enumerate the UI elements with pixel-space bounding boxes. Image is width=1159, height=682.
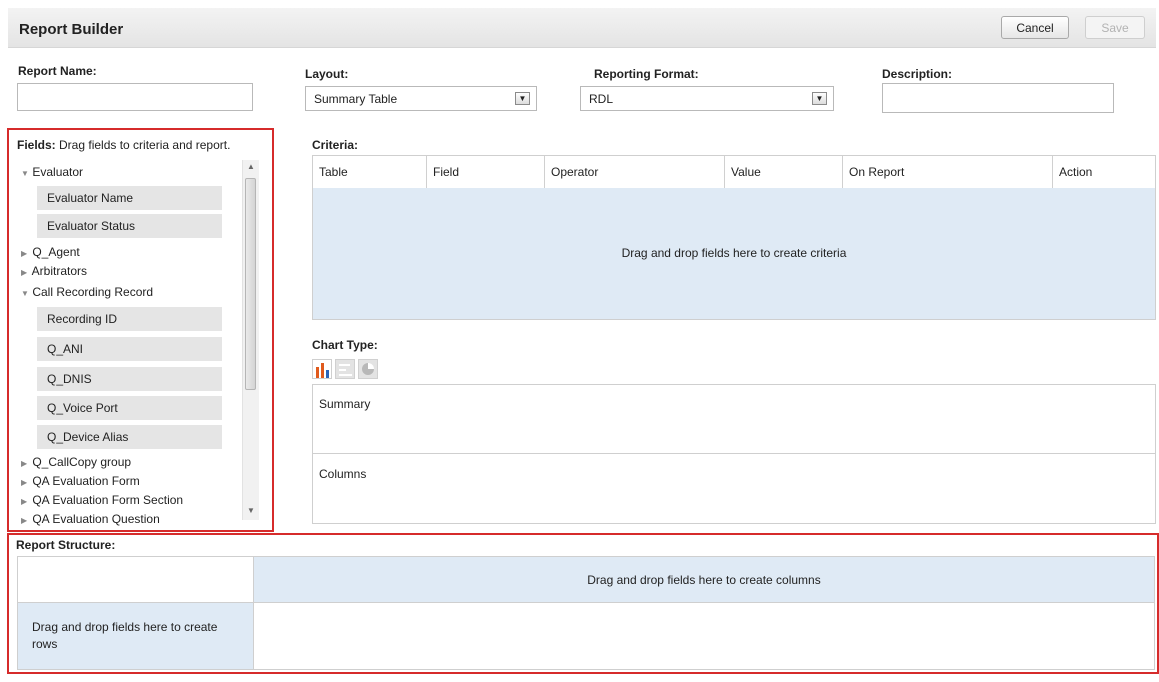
column-header[interactable]: Value bbox=[724, 156, 843, 188]
expanded-triangle-icon: ▼ bbox=[21, 289, 29, 298]
tree-node-label: QA Evaluation Form bbox=[32, 474, 140, 488]
chart-type-label: Chart Type: bbox=[312, 338, 378, 352]
report-structure-grid: Drag and drop fields here to create colu… bbox=[17, 556, 1155, 670]
layout-label: Layout: bbox=[305, 67, 349, 81]
columns-drop-message: Drag and drop fields here to create colu… bbox=[587, 572, 821, 587]
tree-node-qa-evaluation-form-section[interactable]: ▶ QA Evaluation Form Section bbox=[21, 491, 183, 509]
field-q-voice-port[interactable]: Q_Voice Port bbox=[37, 396, 222, 420]
scroll-up-icon[interactable]: ▲ bbox=[246, 162, 256, 171]
columns-label: Columns bbox=[319, 467, 367, 481]
save-button[interactable]: Save bbox=[1085, 16, 1145, 39]
column-header[interactable]: Action bbox=[1052, 156, 1155, 188]
reporting-format-label: Reporting Format: bbox=[594, 67, 699, 81]
tree-node-label: QA Evaluation Question bbox=[32, 512, 160, 526]
fields-scrollbar[interactable]: ▲ ▼ bbox=[242, 160, 259, 520]
criteria-empty-message: Drag and drop fields here to create crit… bbox=[621, 246, 847, 260]
cancel-button[interactable]: Cancel bbox=[1001, 16, 1069, 39]
field-q-dnis[interactable]: Q_DNIS bbox=[37, 367, 222, 391]
fields-title: Fields: bbox=[17, 138, 56, 152]
field-evaluator-name[interactable]: Evaluator Name bbox=[37, 186, 222, 210]
rows-drop-zone[interactable]: Drag and drop fields here to create rows bbox=[18, 603, 254, 669]
tree-node-evaluator[interactable]: ▼ Evaluator bbox=[21, 163, 83, 181]
expanded-triangle-icon: ▼ bbox=[21, 169, 29, 178]
criteria-table: Table Field Operator Value On Report Act… bbox=[313, 156, 1155, 188]
scrollbar-thumb[interactable] bbox=[245, 178, 256, 390]
tree-node-q-agent[interactable]: ▶ Q_Agent bbox=[21, 243, 80, 261]
criteria-drop-zone[interactable]: Table Field Operator Value On Report Act… bbox=[312, 155, 1156, 320]
collapsed-triangle-icon: ▶ bbox=[21, 249, 28, 258]
field-q-device-alias[interactable]: Q_Device Alias bbox=[37, 425, 222, 449]
fields-hint: Drag fields to criteria and report. bbox=[59, 138, 231, 152]
chart-type-toolbar bbox=[312, 359, 402, 381]
corner-cell bbox=[18, 557, 254, 603]
fields-panel-header: Fields: Drag fields to criteria and repo… bbox=[17, 138, 230, 152]
page-title: Report Builder bbox=[19, 21, 124, 38]
description-input[interactable] bbox=[882, 83, 1114, 113]
column-header[interactable]: Table bbox=[313, 156, 427, 188]
tree-node-label: Q_CallCopy group bbox=[32, 455, 132, 469]
report-name-label: Report Name: bbox=[18, 64, 97, 78]
field-evaluator-status[interactable]: Evaluator Status bbox=[37, 214, 222, 238]
fields-tree: ▼ Evaluator Evaluator Name Evaluator Sta… bbox=[9, 156, 272, 532]
layout-selected-value: Summary Table bbox=[314, 91, 398, 106]
fields-panel: Fields: Drag fields to criteria and repo… bbox=[7, 128, 274, 532]
rows-drop-message: Drag and drop fields here to create rows bbox=[32, 620, 218, 651]
tree-node-label: QA Evaluation Form Section bbox=[32, 493, 184, 507]
column-header[interactable]: Field bbox=[426, 156, 545, 188]
collapsed-triangle-icon: ▶ bbox=[21, 268, 28, 277]
collapsed-triangle-icon: ▶ bbox=[21, 497, 28, 506]
collapsed-triangle-icon: ▶ bbox=[21, 478, 28, 487]
report-structure-label: Report Structure: bbox=[16, 538, 116, 552]
chevron-down-icon: ▼ bbox=[812, 92, 827, 105]
bar-chart-icon[interactable] bbox=[312, 359, 332, 379]
summary-label: Summary bbox=[319, 397, 371, 411]
description-label: Description: bbox=[882, 67, 953, 81]
summary-section[interactable]: Summary bbox=[313, 385, 1155, 454]
layout-select[interactable]: Summary Table ▼ bbox=[305, 86, 537, 111]
report-name-input[interactable] bbox=[17, 83, 253, 111]
title-bar: Report Builder Cancel Save bbox=[8, 8, 1156, 48]
tree-node-qa-evaluation-form[interactable]: ▶ QA Evaluation Form bbox=[21, 472, 140, 490]
reporting-format-selected-value: RDL bbox=[589, 91, 614, 106]
tree-node-call-recording-record[interactable]: ▼ Call Recording Record bbox=[21, 283, 153, 301]
tree-node-qa-evaluation-question[interactable]: ▶ QA Evaluation Question bbox=[21, 510, 160, 528]
criteria-label: Criteria: bbox=[312, 138, 359, 152]
column-header[interactable]: Operator bbox=[544, 156, 725, 188]
report-structure-panel: Report Structure: Drag and drop fields h… bbox=[7, 533, 1159, 674]
columns-drop-zone[interactable]: Drag and drop fields here to create colu… bbox=[254, 557, 1154, 603]
criteria-header-row: Table Field Operator Value On Report Act… bbox=[313, 156, 1155, 188]
report-options-box: Summary Columns bbox=[312, 384, 1156, 524]
collapsed-triangle-icon: ▶ bbox=[21, 516, 28, 525]
field-recording-id[interactable]: Recording ID bbox=[37, 307, 222, 331]
tree-node-q-callcopy-group[interactable]: ▶ Q_CallCopy group bbox=[21, 453, 131, 471]
collapsed-triangle-icon: ▶ bbox=[21, 459, 28, 468]
reporting-format-select[interactable]: RDL ▼ bbox=[580, 86, 834, 111]
tree-node-arbitrators[interactable]: ▶ Arbitrators bbox=[21, 262, 87, 280]
tree-node-label: Arbitrators bbox=[31, 264, 88, 278]
horizontal-bar-chart-icon[interactable] bbox=[335, 359, 355, 379]
tree-node-label: Evaluator bbox=[32, 165, 84, 179]
tree-node-label: Q_Agent bbox=[32, 245, 80, 259]
scroll-down-icon[interactable]: ▼ bbox=[246, 506, 256, 515]
chevron-down-icon: ▼ bbox=[515, 92, 530, 105]
pie-chart-icon[interactable] bbox=[358, 359, 378, 379]
column-header[interactable]: On Report bbox=[842, 156, 1053, 188]
field-q-ani[interactable]: Q_ANI bbox=[37, 337, 222, 361]
tree-node-label: Call Recording Record bbox=[32, 285, 154, 299]
